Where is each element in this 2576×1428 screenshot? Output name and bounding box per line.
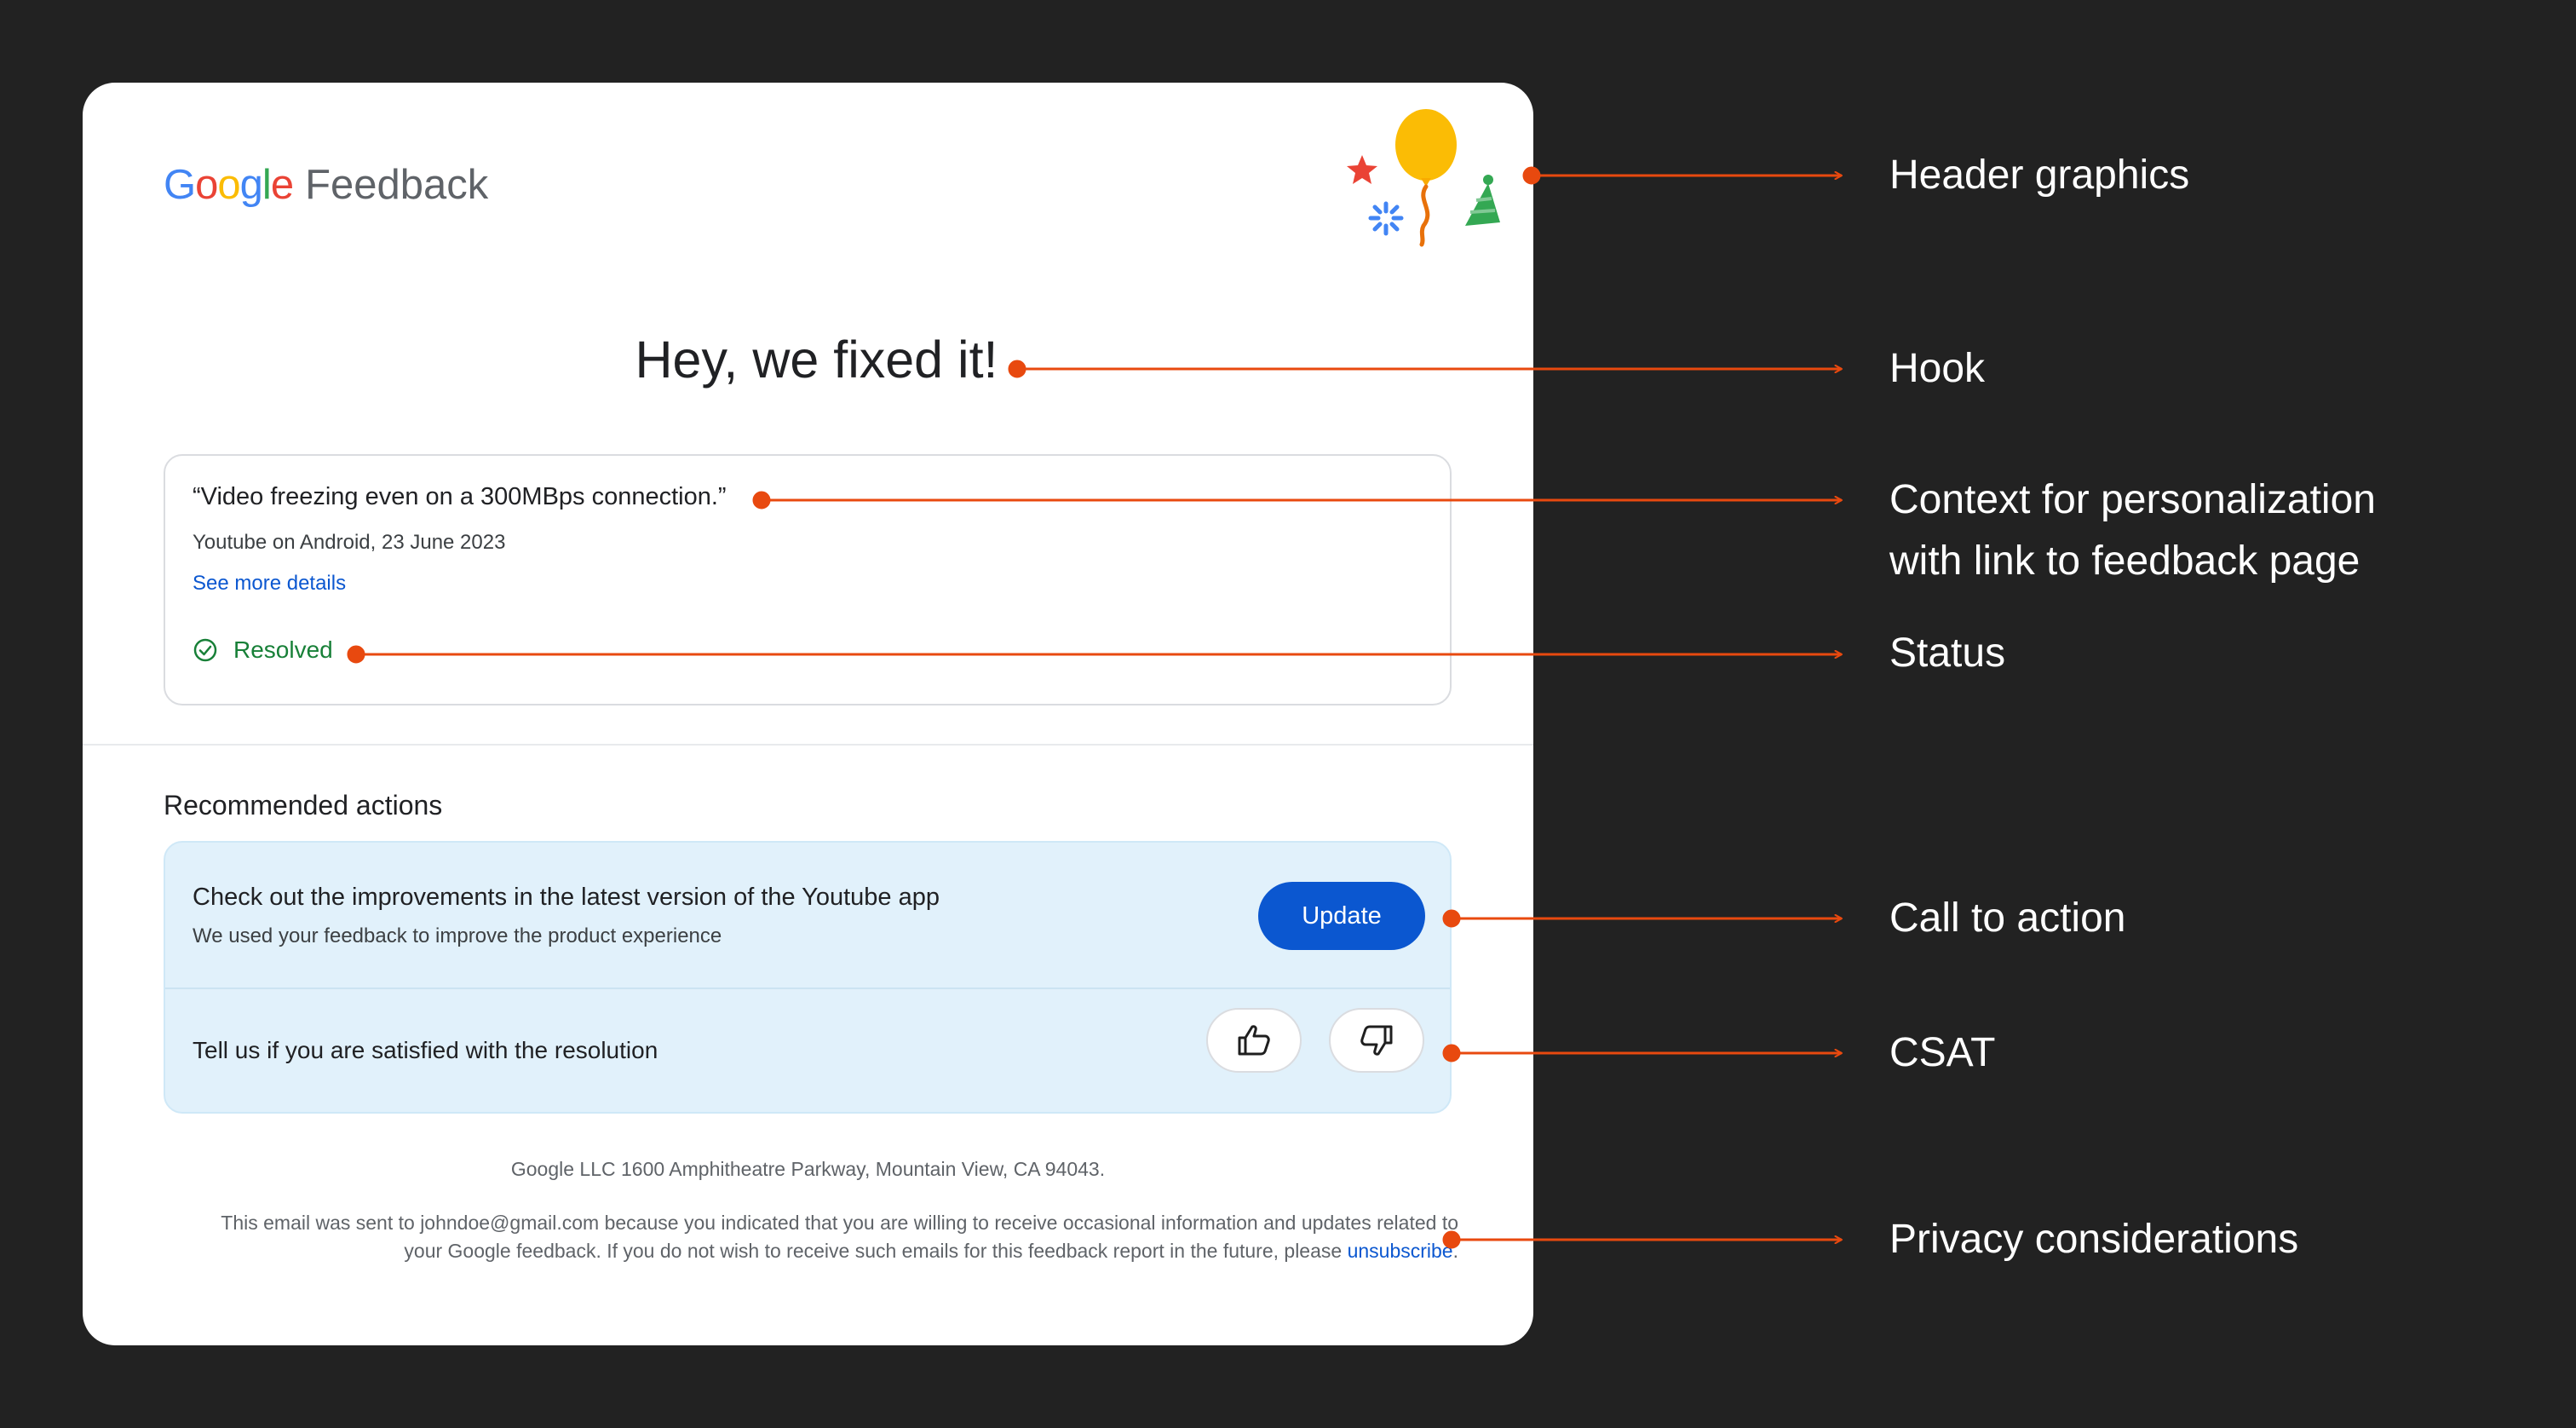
annotation-privacy: Privacy considerations: [1889, 1217, 2299, 1262]
check-circle-icon: [193, 638, 217, 662]
cta-subtitle: We used your feedback to improve the pro…: [193, 924, 722, 947]
csat-label: Tell us if you are satisfied with the re…: [193, 1037, 658, 1063]
annotation-csat: CSAT: [1889, 1030, 1996, 1075]
logo-product-name: Feedback: [305, 162, 489, 208]
see-more-details-link[interactable]: See more details: [193, 572, 346, 596]
feedback-email-card: Google Feedback Hey, we fixed it! “Video…: [83, 83, 1533, 1345]
logo-letter: o: [195, 162, 218, 208]
google-wordmark: Google: [164, 161, 294, 209]
logo-letter: e: [270, 162, 294, 208]
star-icon: [1347, 155, 1377, 184]
cta-row: Check out the improvements in the latest…: [165, 843, 1450, 989]
leader-header-graphics: [1522, 166, 1842, 185]
status-badge: Resolved: [193, 636, 333, 664]
privacy-text: This email was sent to johndoe@gmail.com…: [221, 1212, 1458, 1262]
feedback-meta: Youtube on Android, 23 June 2023: [193, 531, 506, 554]
feedback-quote: “Video freezing even on a 300MBps connec…: [193, 483, 727, 510]
annotation-cta: Call to action: [1889, 895, 2126, 941]
logo-letter: G: [164, 162, 196, 208]
section-divider: [83, 744, 1533, 746]
logo-letter: o: [217, 162, 240, 208]
header-graphics: [1347, 109, 1500, 247]
annotation-context-line2: with link to feedback page: [1889, 538, 2360, 584]
thumbs-up-button[interactable]: [1206, 1008, 1302, 1073]
recommended-actions-title: Recommended actions: [164, 790, 443, 821]
logo-letter: g: [239, 162, 263, 208]
sparkle-icon: [1368, 201, 1404, 236]
footer-address: Google LLC 1600 Amphitheatre Parkway, Mo…: [510, 1158, 1106, 1180]
recommended-actions-panel: Check out the improvements in the latest…: [164, 841, 1452, 1114]
privacy-notice: This email was sent to johndoe@gmail.com…: [181, 1209, 1458, 1265]
thumbs-down-button[interactable]: [1329, 1008, 1424, 1073]
cta-title: Check out the improvements in the latest…: [193, 884, 940, 911]
thumbs-down-icon: [1360, 1025, 1393, 1056]
logo-letter: l: [262, 162, 272, 208]
feedback-context-card: “Video freezing even on a 300MBps connec…: [164, 454, 1452, 705]
update-button[interactable]: Update: [1258, 882, 1425, 950]
privacy-period: .: [1452, 1240, 1458, 1262]
thumbs-up-icon: [1238, 1025, 1270, 1056]
party-hat-icon: [1465, 175, 1500, 226]
google-feedback-logo: Google Feedback: [164, 161, 488, 209]
hook-headline: Hey, we fixed it!: [635, 331, 998, 389]
status-label: Resolved: [233, 636, 333, 663]
annotation-hook: Hook: [1889, 346, 1986, 391]
annotation-header-graphics: Header graphics: [1889, 153, 2190, 198]
unsubscribe-link[interactable]: unsubscribe: [1348, 1240, 1453, 1262]
annotation-context-line1: Context for personalization: [1889, 477, 2376, 522]
annotation-status: Status: [1889, 631, 2006, 676]
balloon-icon: [1395, 109, 1457, 247]
